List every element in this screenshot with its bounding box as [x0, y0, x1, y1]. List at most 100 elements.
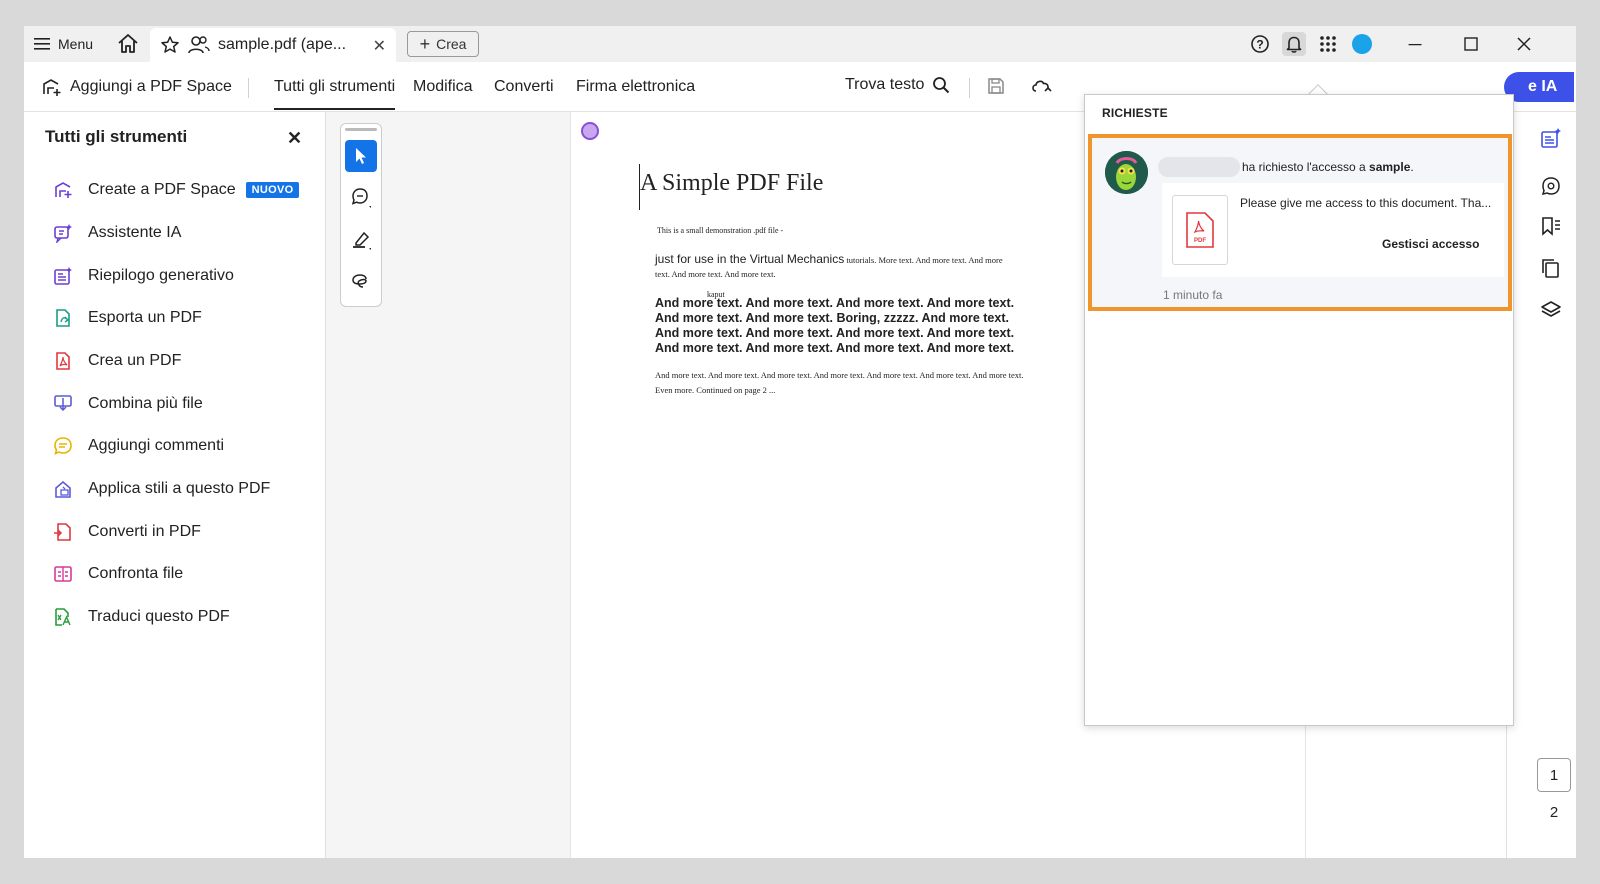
menu-button[interactable]: Menu — [34, 34, 93, 54]
apps-button[interactable] — [1316, 32, 1340, 56]
current-page-indicator[interactable]: 1 — [1537, 758, 1571, 792]
create-label: Crea — [436, 36, 467, 52]
avatar-icon — [1352, 34, 1372, 54]
all-tools-panel: Tutti gli strumenti ✕ Create a PDF Space… — [24, 112, 326, 858]
ai-assistant-button[interactable]: e IA — [1504, 72, 1574, 102]
close-icon — [1517, 37, 1531, 51]
new-badge: NUOVO — [245, 182, 300, 198]
select-tool-button[interactable] — [345, 140, 377, 172]
minimize-button[interactable]: ─ — [1400, 30, 1430, 58]
access-request-notification[interactable]: ha richiesto l'accesso a sample. PDF Ple… — [1088, 134, 1512, 311]
layers-button[interactable] — [1539, 298, 1563, 322]
notifications-popup: RICHIESTE ha richiesto l'accesso a sampl… — [1084, 94, 1514, 726]
tool-apply-styles[interactable]: Applica stili a questo PDF — [52, 477, 270, 501]
cloud-sync-icon — [1032, 80, 1052, 92]
highlight-tool-button[interactable] — [345, 224, 377, 256]
help-button[interactable]: ? — [1248, 32, 1272, 56]
ai-summary-button[interactable] — [1539, 126, 1563, 150]
drag-handle[interactable] — [345, 128, 377, 131]
cursor-icon — [356, 148, 366, 164]
add-to-pdf-space-button[interactable]: Aggiungi a PDF Space — [40, 76, 232, 98]
ai-summary-icon — [1541, 128, 1561, 148]
document-paragraph: This is a small demonstration .pdf file … — [657, 226, 784, 235]
create-pdf-icon — [52, 350, 74, 372]
home-icon — [118, 34, 138, 53]
tool-compare-files[interactable]: Confronta file — [52, 562, 183, 586]
tab-convert[interactable]: Converti — [494, 78, 554, 96]
plus-icon: + — [419, 34, 431, 54]
bell-icon — [1286, 36, 1302, 53]
tool-create-pdf-space[interactable]: Create a PDF Space NUOVO — [52, 178, 300, 202]
apps-grid-icon — [1320, 36, 1336, 52]
cloud-sync-button[interactable] — [1030, 76, 1052, 101]
right-sidebar: 1 2 — [1506, 112, 1576, 858]
manage-access-button[interactable]: Gestisci accesso — [1382, 237, 1479, 251]
user-avatar[interactable] — [1350, 32, 1374, 56]
tool-label: Riepilogo generativo — [88, 267, 234, 284]
comment-marker-icon[interactable] — [581, 122, 599, 140]
requester-avatar — [1105, 151, 1148, 194]
pdf-space-icon — [52, 179, 74, 201]
styles-icon — [52, 478, 74, 500]
pdf-file-label: PDF — [1194, 238, 1206, 244]
star-icon[interactable] — [160, 35, 180, 55]
panel-close-icon[interactable]: ✕ — [287, 128, 302, 149]
tool-convert-to-pdf[interactable]: Converti in PDF — [52, 520, 201, 544]
tool-generative-summary[interactable]: Riepilogo generativo — [52, 264, 234, 288]
comment-add-icon — [351, 188, 371, 208]
bookmarks-button[interactable] — [1539, 214, 1563, 238]
tab-edit[interactable]: Modifica — [413, 78, 473, 96]
page-number[interactable]: 2 — [1537, 800, 1571, 824]
draw-tool-button[interactable] — [345, 266, 377, 298]
request-detail: PDF Please give me access to this docume… — [1162, 183, 1504, 277]
tool-label: Confronta file — [88, 565, 184, 582]
create-button[interactable]: + Crea — [407, 31, 479, 57]
tool-export-pdf[interactable]: Esporta un PDF — [52, 306, 202, 330]
add-comment-button[interactable] — [345, 182, 377, 214]
maximize-icon — [1464, 37, 1478, 51]
title-bar: Menu sample.pdf (ape... ✕ + Crea ? ─ — [24, 26, 1576, 62]
tab-e-sign[interactable]: Firma elettronica — [576, 78, 695, 96]
document-tab[interactable]: sample.pdf (ape... ✕ — [150, 28, 396, 62]
home-button[interactable] — [116, 32, 140, 56]
hamburger-icon — [34, 38, 50, 50]
save-icon — [988, 78, 1004, 94]
tool-create-pdf[interactable]: Crea un PDF — [52, 349, 181, 373]
tool-combine-files[interactable]: Combina più file — [52, 392, 203, 416]
close-window-button[interactable] — [1509, 30, 1539, 58]
comments-at-icon — [1541, 177, 1560, 196]
maximize-button[interactable] — [1456, 30, 1486, 58]
tab-close-icon[interactable]: ✕ — [373, 36, 386, 56]
find-text-button[interactable]: Trova testo — [845, 76, 950, 94]
tool-label: Create a PDF Space — [88, 181, 236, 198]
request-text-main: ha richiesto l'accesso a — [1242, 160, 1370, 174]
svg-text:?: ? — [1256, 38, 1263, 52]
bookmark-icon — [1542, 217, 1560, 236]
toolbar-divider — [969, 78, 970, 98]
document-paragraph-bold: And more text. And more text. And more t… — [655, 296, 1015, 355]
tool-add-comments[interactable]: Aggiungi commenti — [52, 434, 224, 458]
highlighter-icon — [353, 231, 371, 250]
tab-all-tools[interactable]: Tutti gli strumenti — [274, 78, 396, 110]
request-text: ha richiesto l'accesso a sample. — [1242, 160, 1414, 174]
tool-translate-pdf[interactable]: Traduci questo PDF — [52, 605, 230, 629]
translate-icon — [52, 606, 74, 628]
save-button[interactable] — [986, 76, 1006, 101]
tool-label: Esporta un PDF — [88, 309, 202, 326]
tool-label: Crea un PDF — [88, 352, 182, 369]
comment-icon — [52, 435, 74, 457]
export-pdf-icon — [52, 307, 74, 329]
pdf-space-add-icon — [43, 79, 61, 96]
tool-ai-assistant[interactable]: Assistente IA — [52, 221, 181, 245]
lasso-icon — [352, 274, 367, 288]
tool-label: Converti in PDF — [88, 523, 201, 540]
tool-label: Aggiungi commenti — [88, 437, 225, 454]
pages-icon — [1542, 259, 1559, 278]
request-file-name: sample — [1369, 160, 1411, 174]
page-thumbnails-button[interactable] — [1539, 256, 1563, 280]
panel-title: Tutti gli strumenti — [45, 127, 188, 146]
notifications-button[interactable] — [1282, 32, 1306, 56]
tool-label: Applica stili a questo PDF — [88, 480, 271, 497]
comments-panel-button[interactable] — [1539, 174, 1563, 198]
compare-files-icon — [52, 563, 74, 585]
